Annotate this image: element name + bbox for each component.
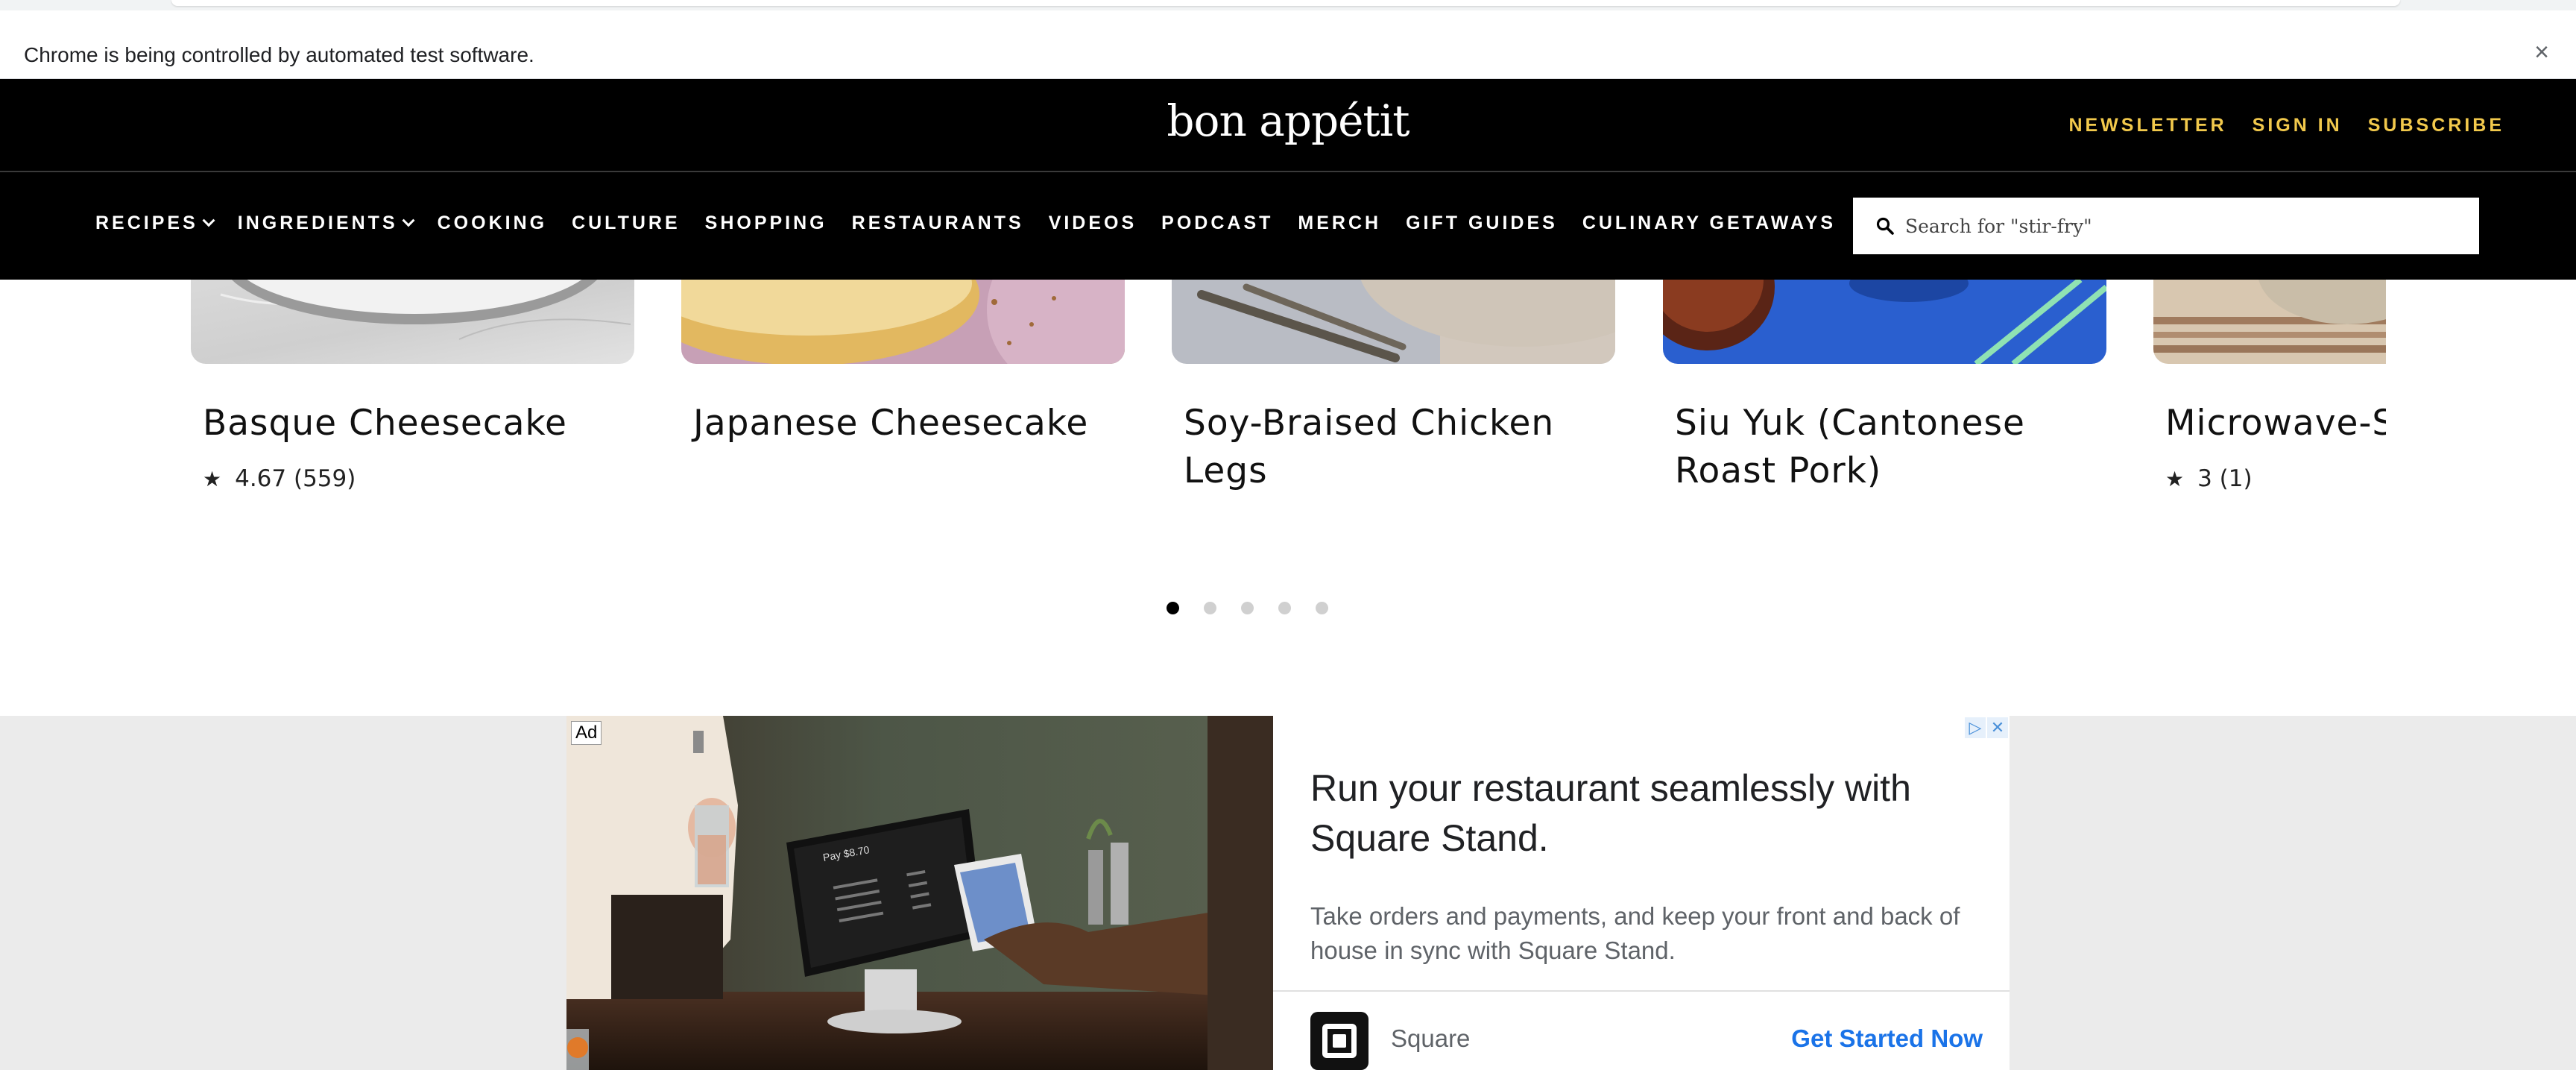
subscribe-link[interactable]: SUBSCRIBE [2368,115,2504,136]
ad-zone: Pay $8.70 Ad ▷ ✕ Run your restaurant sea… [0,716,2576,1070]
nav-item-videos[interactable]: VIDEOS [1049,213,1137,234]
nav-item-cooking[interactable]: COOKING [438,213,547,234]
recipe-card[interactable]: Siu Yuk (Cantonese Roast Pork) [1663,280,2106,495]
browser-top-strip [0,0,2576,10]
star-icon: ★ [203,466,222,491]
nav-item-ingredients[interactable]: INGREDIENTS [237,213,415,234]
recipe-title[interactable]: Microwave-St [2165,400,2386,447]
search-icon [1876,217,1894,235]
nav-item-recipes[interactable]: RECIPES [95,213,215,234]
page: Chrome is being controlled by automated … [0,0,2576,1070]
main-nav: RECIPES INGREDIENTS COOKING CULTURE SHOP… [0,172,2576,280]
recipe-title[interactable]: Japanese Cheesecake [693,400,1125,447]
carousel-dot[interactable] [1203,602,1216,614]
nav-item-shopping[interactable]: SHOPPING [705,213,827,234]
square-logo-icon[interactable] [1310,1012,1368,1070]
newsletter-link[interactable]: NEWSLETTER [2068,115,2226,136]
search-input[interactable] [1905,215,2472,237]
ad-image[interactable]: Pay $8.70 Ad [566,716,1273,1070]
ad-divider [1273,990,2010,992]
infobar-text: Chrome is being controlled by automated … [24,43,534,66]
recipe-card[interactable]: Soy-Braised Chicken Legs [1172,280,1615,495]
rating-value: 4.67 (559) [235,465,356,492]
recipe-title[interactable]: Siu Yuk (Cantonese Roast Pork) [1675,400,2106,495]
ad-close-icon[interactable]: ✕ [1987,717,2008,738]
recipe-card[interactable]: Basque Cheesecake ★ 4.67 (559) [191,280,634,492]
recipe-image[interactable] [191,280,634,364]
recipe-title[interactable]: Soy-Braised Chicken Legs [1184,400,1615,495]
nav-item-podcast[interactable]: PODCAST [1161,213,1273,234]
recipe-card[interactable]: Japanese Cheesecake [681,280,1125,447]
rating-value: 3 (1) [2197,465,2253,492]
carousel-dot[interactable] [1315,602,1328,614]
recipe-carousel: Basque Cheesecake ★ 4.67 (559) Japanese … [0,280,2576,716]
recipe-image[interactable] [681,280,1125,364]
ad-choices-icon[interactable]: ▷ [1965,717,1986,738]
star-icon: ★ [2165,466,2185,491]
recipe-rating: ★ 3 (1) [2165,465,2386,492]
carousel-dot[interactable] [1166,602,1179,614]
chevron-down-icon [202,213,215,227]
nav-item-culture[interactable]: CULTURE [572,213,681,234]
nav-label: INGREDIENTS [237,213,398,233]
recipe-title[interactable]: Basque Cheesecake [203,400,634,447]
get-started-button[interactable]: Get Started Now [1791,1025,1983,1053]
ad-badge: Ad [571,721,602,745]
nav-item-merch[interactable]: MERCH [1298,213,1381,234]
recipe-image[interactable] [2153,280,2386,364]
ad-choices[interactable]: ▷ ✕ [1965,717,2008,738]
recipe-card[interactable]: Microwave-St ★ 3 (1) [2153,280,2386,492]
site-header: bon appétit NEWSLETTER SIGN IN SUBSCRIBE [0,79,2576,172]
search-box[interactable] [1853,198,2479,254]
header-links: NEWSLETTER SIGN IN SUBSCRIBE [2068,115,2504,136]
ad-brand[interactable]: Square [1391,1025,1470,1053]
nav-items: RECIPES INGREDIENTS COOKING CULTURE SHOP… [95,213,1860,234]
ad-banner[interactable]: Pay $8.70 Ad ▷ ✕ Run your restaurant sea… [566,716,2010,1070]
nav-item-gift-guides[interactable]: GIFT GUIDES [1406,213,1558,234]
nav-label: RECIPES [95,213,198,233]
nav-item-restaurants[interactable]: RESTAURANTS [852,213,1024,234]
chevron-down-icon [402,213,415,227]
recipe-image[interactable] [1172,280,1615,364]
carousel-dot[interactable] [1240,602,1254,614]
automation-infobar: Chrome is being controlled by automated … [0,10,2576,79]
ad-headline[interactable]: Run your restaurant seamlessly with Squa… [1310,764,1951,863]
address-bar-edge [171,0,2400,6]
ad-description: Take orders and payments, and keep your … [1310,902,1960,964]
nav-item-culinary-getaways[interactable]: CULINARY GETAWAYS [1582,213,1836,234]
close-icon[interactable]: × [2528,39,2555,66]
sign-in-link[interactable]: SIGN IN [2253,115,2343,136]
recipe-rating: ★ 4.67 (559) [203,465,634,492]
carousel-pagination [0,602,2535,614]
recipe-image[interactable] [1663,280,2106,364]
carousel-dot[interactable] [1278,602,1291,614]
